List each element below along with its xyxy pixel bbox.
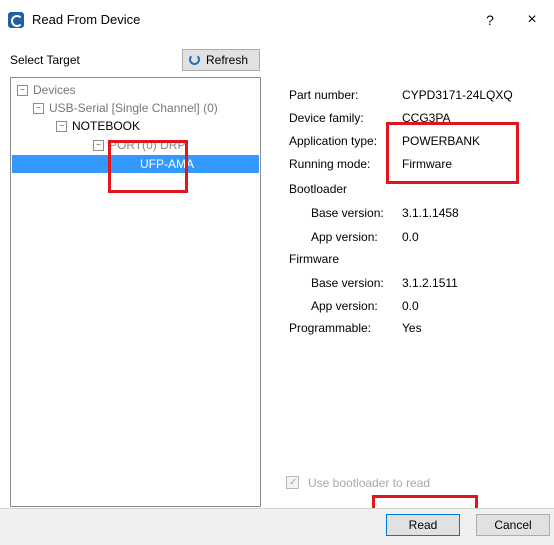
refresh-button[interactable]: Refresh	[182, 49, 260, 71]
title-bar: Read From Device ? ×	[0, 0, 554, 40]
checkmark-icon: ✓	[289, 477, 298, 488]
collapse-icon[interactable]: −	[17, 85, 28, 97]
bootloader-heading: Bootloader	[289, 182, 348, 196]
prop-firmware-base-version-value: 3.1.2.1511	[402, 276, 458, 290]
app-icon	[8, 12, 24, 28]
tree-item-label: Devices	[33, 83, 76, 97]
help-button[interactable]: ?	[476, 8, 504, 32]
tree-item-notebook[interactable]: − NOTEBOOK	[56, 117, 140, 135]
firmware-heading: Firmware	[289, 252, 339, 266]
tree-item-label: NOTEBOOK	[72, 119, 141, 133]
prop-bootloader-base-version: Base version:	[311, 206, 384, 220]
close-button[interactable]: ×	[518, 8, 546, 32]
window-title: Read From Device	[32, 12, 141, 27]
prop-firmware-base-version: Base version:	[311, 276, 384, 290]
prop-application-type: Application type:	[289, 134, 378, 148]
prop-bootloader-app-version-value: 0.0	[402, 230, 419, 244]
prop-running-mode: Running mode:	[289, 157, 371, 171]
prop-part-number: Part number:	[289, 88, 358, 102]
refresh-icon	[189, 54, 200, 65]
prop-running-mode-value: Firmware	[402, 157, 452, 171]
collapse-icon[interactable]: −	[56, 121, 67, 133]
use-bootloader-label: Use bootloader to read	[308, 476, 431, 490]
cancel-button[interactable]: Cancel	[476, 514, 550, 536]
highlight-box-properties	[386, 122, 519, 184]
dialog-footer	[0, 508, 554, 545]
select-target-label: Select Target	[10, 53, 80, 67]
highlight-box-tree	[108, 140, 188, 193]
tree-item-devices[interactable]: − Devices	[17, 81, 76, 99]
prop-firmware-app-version-value: 0.0	[402, 299, 419, 313]
refresh-label: Refresh	[206, 53, 249, 67]
collapse-icon[interactable]: −	[33, 103, 44, 115]
prop-bootloader-app-version: App version:	[311, 230, 378, 244]
prop-bootloader-base-version-value: 3.1.1.1458	[402, 206, 459, 220]
read-button[interactable]: Read	[386, 514, 460, 536]
prop-part-number-value: CYPD3171-24LQXQ	[402, 88, 513, 102]
prop-label: Part number:	[289, 88, 359, 102]
prop-device-family: Device family:	[289, 111, 364, 125]
prop-firmware-app-version: App version:	[311, 299, 378, 313]
use-bootloader-checkbox[interactable]: ✓	[286, 476, 299, 489]
prop-application-type-value: POWERBANK	[402, 134, 481, 148]
prop-device-family-value: CCG3PA	[402, 111, 451, 125]
prop-programmable: Programmable:	[289, 321, 372, 335]
tree-item-label: USB-Serial [Single Channel] (0)	[49, 101, 218, 115]
collapse-icon[interactable]: −	[93, 140, 104, 152]
tree-item-usb-serial[interactable]: − USB-Serial [Single Channel] (0)	[33, 99, 218, 117]
prop-programmable-value: Yes	[402, 321, 422, 335]
